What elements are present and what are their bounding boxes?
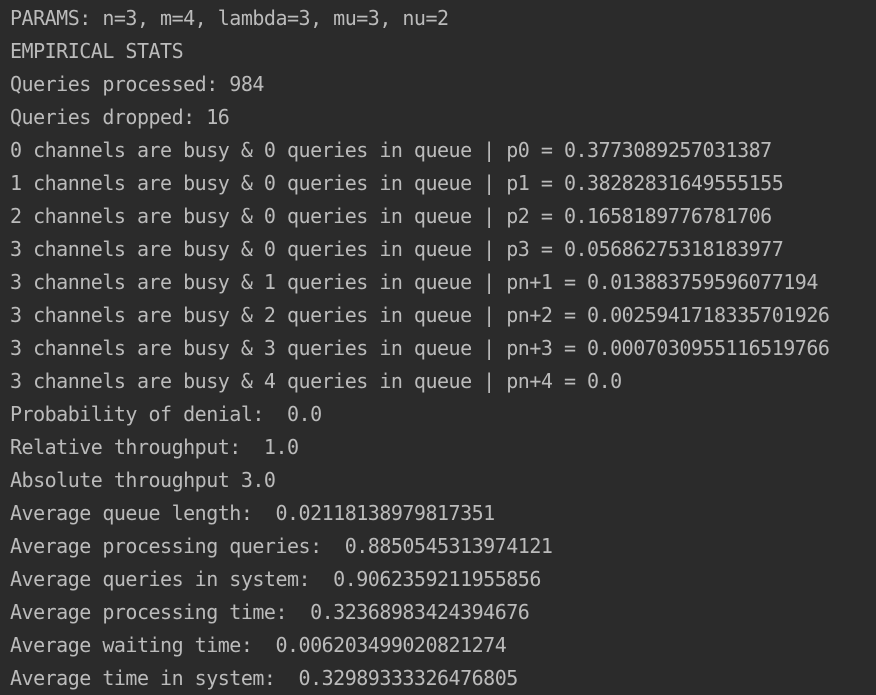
console-output: PARAMS: n=3, m=4, lambda=3, mu=3, nu=2 E… <box>0 0 876 695</box>
state-probability-line: 3 channels are busy & 1 queries in queue… <box>10 270 818 294</box>
state-probability-line: 0 channels are busy & 0 queries in queue… <box>10 138 772 162</box>
empirical-stats-heading: EMPIRICAL STATS <box>10 39 184 63</box>
average-time-in-system-line: Average time in system: 0.32989333326476… <box>10 666 518 690</box>
state-probability-line: 3 channels are busy & 2 queries in queue… <box>10 303 830 327</box>
state-probability-line: 1 channels are busy & 0 queries in queue… <box>10 171 784 195</box>
absolute-throughput-line: Absolute throughput 3.0 <box>10 468 276 492</box>
queries-dropped-line: Queries dropped: 16 <box>10 105 230 129</box>
state-probability-line: 3 channels are busy & 4 queries in queue… <box>10 369 622 393</box>
state-probability-line: 3 channels are busy & 3 queries in queue… <box>10 336 830 360</box>
average-queue-length-line: Average queue length: 0.0211813897981735… <box>10 501 495 525</box>
probability-of-denial-line: Probability of denial: 0.0 <box>10 402 322 426</box>
state-probability-line: 2 channels are busy & 0 queries in queue… <box>10 204 772 228</box>
average-processing-queries-line: Average processing queries: 0.8850545313… <box>10 534 553 558</box>
params-line: PARAMS: n=3, m=4, lambda=3, mu=3, nu=2 <box>10 6 449 30</box>
average-processing-time-line: Average processing time: 0.3236898342439… <box>10 600 530 624</box>
average-queries-in-system-line: Average queries in system: 0.90623592119… <box>10 567 541 591</box>
queries-processed-line: Queries processed: 984 <box>10 72 264 96</box>
state-probability-line: 3 channels are busy & 0 queries in queue… <box>10 237 784 261</box>
relative-throughput-line: Relative throughput: 1.0 <box>10 435 299 459</box>
average-waiting-time-line: Average waiting time: 0.0062034990208212… <box>10 633 507 657</box>
